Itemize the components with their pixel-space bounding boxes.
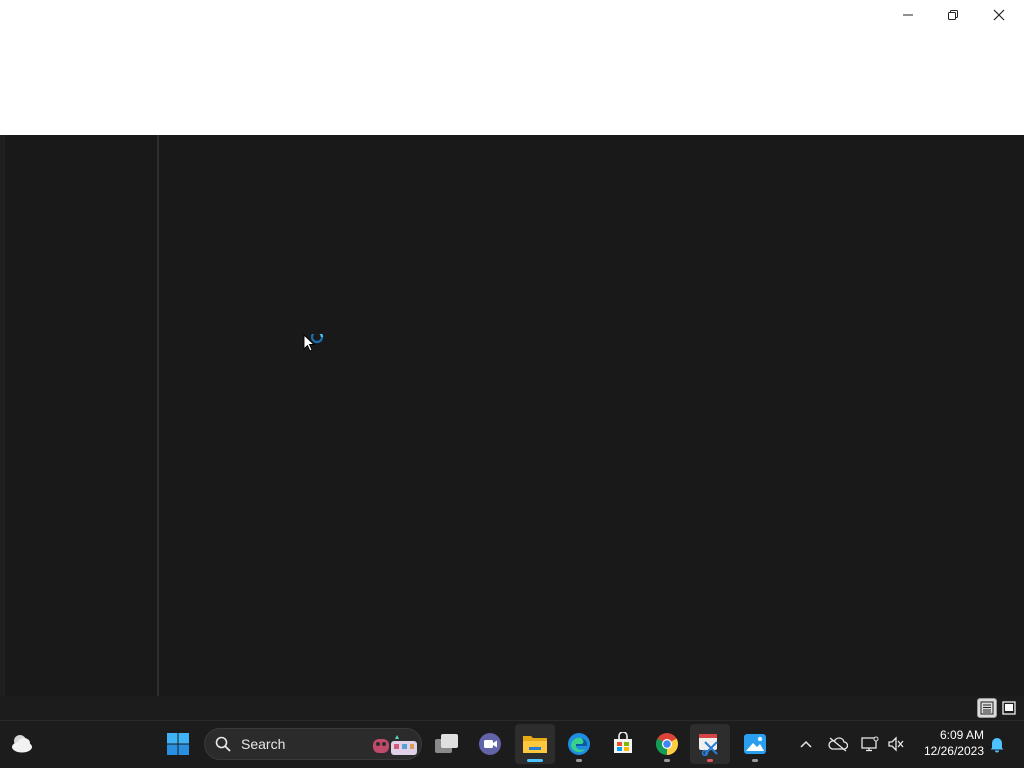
search-label: Search [241,736,286,752]
title-bar[interactable] [0,0,1024,135]
details-view-icon [980,701,994,715]
search-icon [215,736,231,752]
search-highlight-illustration-icon [373,735,417,755]
busy-cursor [303,330,331,362]
status-bar [0,696,1024,720]
start-button[interactable] [158,724,198,764]
large-icons-view-icon [1002,701,1016,715]
network-icon [861,736,879,752]
show-hidden-icons-button[interactable] [794,732,818,756]
photos-taskbar-button[interactable] [735,724,775,764]
edge-taskbar-button[interactable] [559,724,599,764]
microsoft-store-taskbar-button[interactable] [603,724,643,764]
task-view-icon [435,734,458,753]
close-button[interactable] [976,0,1022,30]
large-icons-view-button[interactable] [999,698,1019,718]
active-indicator [527,759,543,762]
navigation-pane[interactable] [0,135,158,696]
file-explorer-icon [523,736,547,753]
taskbar-search-box[interactable]: Search [204,728,422,760]
teams-meet-icon [479,733,501,755]
chrome-icon [656,733,678,755]
microsoft-store-icon [614,732,632,753]
busy-spinner-icon [310,330,324,344]
content-pane[interactable] [159,135,1024,696]
edge-icon [568,733,590,755]
details-view-button[interactable] [977,698,997,718]
close-icon [993,9,1005,21]
restore-button[interactable] [930,0,976,30]
widgets-button[interactable] [2,724,42,764]
task-view-button[interactable] [427,724,467,764]
minimize-icon [903,14,913,16]
chrome-taskbar-button[interactable] [647,724,687,764]
running-indicator [664,759,670,762]
running-indicator [752,759,758,762]
onedrive-offline-icon [828,737,848,752]
minimize-button[interactable] [885,0,931,30]
windows-start-icon [167,733,189,755]
snipping-tool-icon [699,734,718,756]
clock-time: 6:09 AM [939,728,984,742]
file-explorer-window [0,0,1024,720]
onedrive-tray-button[interactable] [826,732,850,756]
notification-bell-icon [990,738,1004,753]
running-indicator [576,759,582,762]
volume-tray-button[interactable] [884,732,908,756]
file-explorer-taskbar-button[interactable] [515,724,555,764]
chevron-up-icon [800,740,812,748]
weather-cloud-icon [12,735,32,753]
clock-date: 12/26/2023 [923,744,984,758]
teams-meet-button[interactable] [470,724,510,764]
attention-indicator [707,759,713,762]
snipping-tool-taskbar-button[interactable] [690,724,730,764]
taskbar-clock[interactable]: 6:09 AM 12/26/2023 [914,727,984,759]
volume-muted-icon [888,736,904,752]
photos-icon [744,734,766,754]
network-tray-button[interactable] [858,732,882,756]
notification-center-button[interactable] [985,732,1009,756]
restore-icon [948,10,958,20]
